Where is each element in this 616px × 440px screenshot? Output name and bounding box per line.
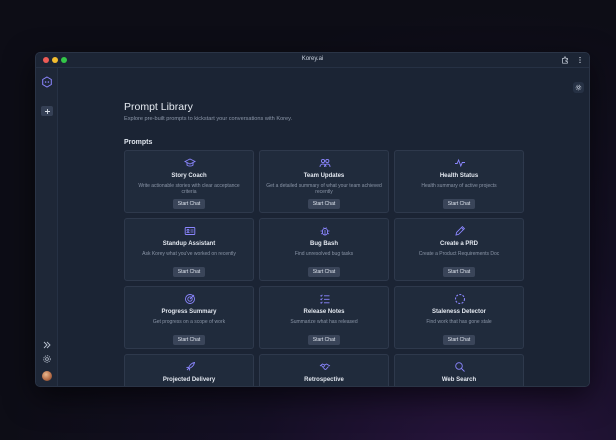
gear-icon[interactable] [42,354,52,364]
card-description: Get progress on a scope of work [152,319,226,325]
card-title: Team Updates [303,173,345,179]
page-title: Prompt Library [124,101,193,113]
card-title: Staleness Detector [431,309,487,315]
start-chat-button[interactable]: Start Chat [308,199,340,209]
search-icon [455,362,465,372]
card-description: Create a Product Requirements Doc [418,251,500,257]
window-title: Korey.ai [301,56,324,62]
start-chat-button[interactable]: Start Chat [443,199,475,209]
graduation-cap-icon [184,158,196,167]
card-description: Summarize what has released [290,319,358,325]
card-description: Ask Korey what you've worked on recently [142,251,236,257]
prompt-card[interactable]: Health Status Health summary of active p… [394,150,524,213]
avatar[interactable] [42,371,52,381]
dashed-circle-icon [454,293,466,305]
card-description: Write actionable stories with clear acce… [138,183,240,195]
target-icon [185,294,195,304]
korey-logo-icon[interactable] [41,76,53,88]
prompt-card[interactable]: Retrospective [259,354,389,386]
start-chat-button[interactable]: Start Chat [308,335,340,345]
card-title: Web Search [441,377,477,383]
card-title: Story Coach [171,173,207,179]
card-description: Find unresolved bug tasks [294,251,354,257]
main-content: Prompt Library Explore pre-built prompts… [58,68,589,386]
sidebar [36,68,58,386]
card-title: Projected Delivery [162,377,216,383]
app-window: Korey.ai Prompt Library Explore pre-buil… [35,52,590,387]
prompt-card[interactable]: Web Search [394,354,524,386]
id-card-icon [184,227,196,235]
card-title: Retrospective [304,377,344,383]
start-chat-button[interactable]: Start Chat [443,335,475,345]
card-description: Get a detailed summary of what your team… [266,183,382,195]
card-title: Progress Summary [161,309,217,315]
users-icon [319,158,331,168]
start-chat-button[interactable]: Start Chat [443,267,475,277]
prompt-card[interactable]: Release Notes Summarize what has release… [259,286,389,349]
prompt-card[interactable]: Standup Assistant Ask Korey what you've … [124,218,254,281]
settings-icon [575,84,582,91]
new-chat-button[interactable] [41,106,53,116]
title-bar: Korey.ai [36,53,589,68]
card-title: Release Notes [303,309,345,315]
start-chat-button[interactable]: Start Chat [173,335,205,345]
start-chat-button[interactable]: Start Chat [308,267,340,277]
prompt-card[interactable]: Progress Summary Get progress on a scope… [124,286,254,349]
prompt-grid: Story Coach Write actionable stories wit… [124,150,524,386]
prompt-card[interactable]: Create a PRD Create a Product Requiremen… [394,218,524,281]
card-title: Standup Assistant [162,241,216,247]
list-icon [320,294,330,304]
handshake-icon [319,363,331,370]
prompt-card[interactable]: Story Coach Write actionable stories wit… [124,150,254,213]
settings-button[interactable] [573,82,584,93]
prompt-card[interactable]: Bug Bash Find unresolved bug tasks Start… [259,218,389,281]
expand-sidebar-icon[interactable] [42,340,52,350]
start-chat-button[interactable]: Start Chat [173,199,205,209]
page-subtitle: Explore pre-built prompts to kickstart y… [124,116,293,122]
rocket-icon [186,361,196,371]
section-heading: Prompts [124,139,153,146]
card-title: Bug Bash [309,241,338,247]
card-description: Health summary of active projects [421,183,497,189]
pencil-icon [455,225,466,236]
card-title: Health Status [439,173,479,179]
extension-icon[interactable] [561,56,569,64]
prompt-card[interactable]: Projected Delivery [124,354,254,386]
start-chat-button[interactable]: Start Chat [173,267,205,277]
prompt-card[interactable]: Team Updates Get a detailed summary of w… [259,150,389,213]
pulse-icon [455,158,465,168]
plus-icon [44,108,50,114]
card-description: Find work that has gone stale [426,319,492,325]
prompt-card[interactable]: Staleness Detector Find work that has go… [394,286,524,349]
card-title: Create a PRD [439,241,478,247]
more-vertical-icon[interactable] [576,56,584,64]
bug-icon [320,227,330,236]
